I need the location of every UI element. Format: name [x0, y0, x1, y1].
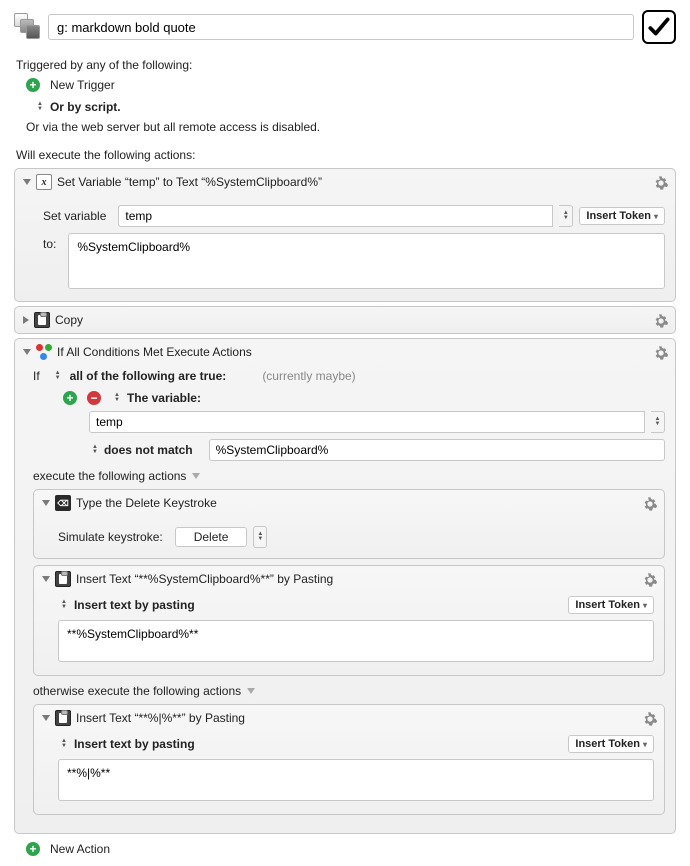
gear-icon[interactable] — [653, 345, 669, 361]
variable-select[interactable] — [559, 205, 573, 227]
variable-icon: x — [36, 174, 52, 190]
operator-select[interactable]: does not match — [89, 443, 193, 457]
the-variable-label: The variable: — [127, 391, 201, 405]
operator-label: does not match — [104, 443, 193, 457]
rhs-input[interactable] — [209, 439, 665, 461]
variable-select[interactable] — [651, 411, 665, 433]
disclosure-icon[interactable] — [23, 316, 29, 324]
panel-header[interactable]: Copy — [15, 307, 675, 333]
updown-icon[interactable] — [114, 393, 120, 403]
panel-header[interactable]: x Set Variable “temp” to Text “%SystemCl… — [15, 169, 675, 195]
keystroke-button[interactable]: Delete — [175, 527, 248, 547]
to-label: to: — [43, 233, 56, 251]
updown-icon — [61, 739, 67, 749]
clipboard-icon — [55, 571, 71, 587]
else-branch-label: otherwise execute the following actions — [33, 684, 665, 698]
panel-header[interactable]: Insert Text “**%|%**” by Pasting — [34, 705, 664, 731]
panel-header[interactable]: Insert Text “**%SystemClipboard%**” by P… — [34, 566, 664, 592]
macro-title-input[interactable] — [48, 14, 634, 40]
plus-icon: + — [26, 842, 40, 856]
clipboard-icon — [55, 710, 71, 726]
variable-name-input[interactable] — [89, 411, 645, 433]
checkmark-icon — [646, 14, 672, 40]
insert-text-textarea[interactable]: **%|%** — [58, 759, 654, 801]
or-by-script: Or by script. — [34, 100, 676, 114]
simulate-label: Simulate keystroke: — [58, 530, 163, 544]
updown-icon — [92, 445, 98, 455]
to-value-textarea[interactable]: %SystemClipboard% — [68, 233, 665, 289]
then-label: execute the following actions — [33, 469, 186, 483]
web-server-note: Or via the web server but all remote acc… — [26, 120, 676, 134]
trigger-heading: Triggered by any of the following: — [16, 58, 676, 72]
action-type-keystroke: ⌫ Type the Delete Keystroke Simulate key… — [33, 489, 665, 559]
panel-title: If All Conditions Met Execute Actions — [57, 345, 252, 359]
insert-mode-label: Insert text by pasting — [74, 737, 195, 751]
all-following-label: all of the following are true: — [70, 369, 227, 383]
updown-icon — [37, 102, 43, 112]
updown-icon[interactable] — [55, 371, 61, 381]
new-trigger-button[interactable]: + New Trigger — [26, 78, 676, 92]
insert-mode-label: Insert text by pasting — [74, 598, 195, 612]
new-trigger-label: New Trigger — [50, 78, 115, 92]
gear-icon[interactable] — [653, 313, 669, 329]
action-copy: Copy — [14, 306, 676, 334]
disclosure-icon[interactable] — [23, 349, 31, 355]
insert-token-label: Insert Token — [586, 210, 651, 222]
panel-title: Insert Text “**%SystemClipboard%**” by P… — [76, 572, 333, 586]
macro-icon — [14, 13, 42, 41]
set-variable-label: Set variable — [43, 209, 106, 223]
keyboard-icon: ⌫ — [55, 495, 71, 511]
panel-header[interactable]: If All Conditions Met Execute Actions — [15, 339, 675, 365]
disclosure-icon[interactable] — [42, 715, 50, 721]
remove-condition-icon[interactable]: − — [87, 391, 101, 405]
keystroke-name: Delete — [194, 530, 229, 544]
updown-icon — [61, 600, 67, 610]
if-label: If — [33, 369, 40, 383]
panel-title: Insert Text “**%|%**” by Pasting — [76, 711, 245, 725]
chevron-down-icon[interactable] — [192, 473, 200, 479]
action-if-conditions: If All Conditions Met Execute Actions If… — [14, 338, 676, 834]
gear-icon[interactable] — [653, 175, 669, 191]
actions-heading: Will execute the following actions: — [16, 148, 676, 162]
gear-icon[interactable] — [642, 496, 658, 512]
insert-token-button[interactable]: Insert Token▾ — [579, 207, 665, 225]
new-action-label: New Action — [50, 842, 110, 856]
gear-icon[interactable] — [642, 572, 658, 588]
panel-title: Copy — [55, 313, 83, 327]
new-action-button[interactable]: + New Action — [26, 842, 676, 856]
insert-mode-select[interactable]: Insert text by pasting — [58, 737, 195, 751]
plus-icon: + — [26, 78, 40, 92]
clipboard-icon — [34, 312, 50, 328]
action-insert-text-else: Insert Text “**%|%**” by Pasting Insert … — [33, 704, 665, 815]
insert-token-label: Insert Token — [575, 738, 640, 750]
panel-title: Type the Delete Keystroke — [76, 496, 217, 510]
insert-token-button[interactable]: Insert Token▾ — [568, 735, 654, 753]
disclosure-icon[interactable] — [42, 500, 50, 506]
action-set-variable: x Set Variable “temp” to Text “%SystemCl… — [14, 168, 676, 302]
insert-text-textarea[interactable]: **%SystemClipboard%** — [58, 620, 654, 662]
insert-mode-select[interactable]: Insert text by pasting — [58, 598, 195, 612]
else-label: otherwise execute the following actions — [33, 684, 241, 698]
chevron-down-icon: ▾ — [643, 601, 647, 610]
then-branch-label: execute the following actions — [33, 469, 665, 483]
panel-header[interactable]: ⌫ Type the Delete Keystroke — [34, 490, 664, 516]
action-insert-text-then: Insert Text “**%SystemClipboard%**” by P… — [33, 565, 665, 676]
chevron-down-icon[interactable] — [247, 688, 255, 694]
gear-icon[interactable] — [642, 711, 658, 727]
variable-name-input[interactable] — [118, 205, 553, 227]
insert-token-label: Insert Token — [575, 599, 640, 611]
condition-icon — [36, 344, 52, 360]
condition-status: (currently maybe) — [262, 369, 355, 383]
header-row — [14, 10, 676, 44]
enabled-checkbox[interactable] — [642, 10, 676, 44]
chevron-down-icon: ▾ — [654, 212, 658, 221]
disclosure-icon[interactable] — [42, 576, 50, 582]
keystroke-select[interactable] — [253, 526, 267, 548]
add-condition-icon[interactable]: + — [63, 391, 77, 405]
insert-token-button[interactable]: Insert Token▾ — [568, 596, 654, 614]
panel-title: Set Variable “temp” to Text “%SystemClip… — [57, 175, 322, 189]
or-script-label: Or by script. — [50, 100, 121, 114]
disclosure-icon[interactable] — [23, 179, 31, 185]
chevron-down-icon: ▾ — [643, 740, 647, 749]
